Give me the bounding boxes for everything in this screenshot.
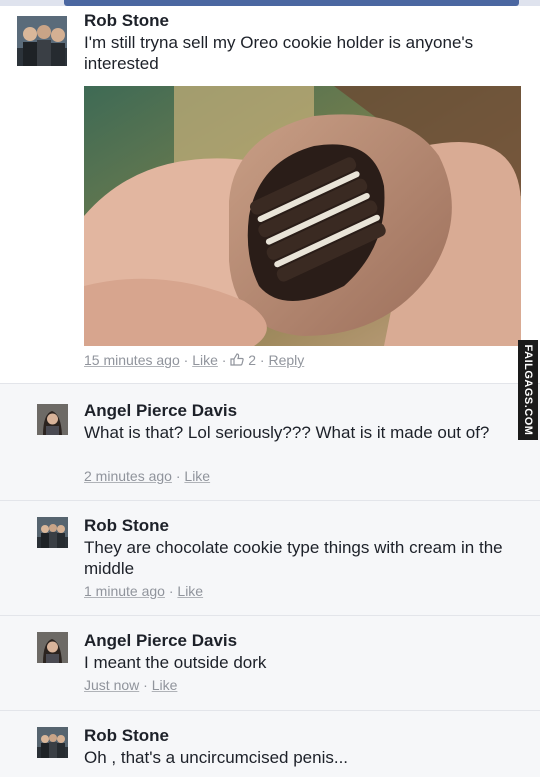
post-timestamp[interactable]: 15 minutes ago [84,352,180,368]
avatar[interactable] [37,404,68,435]
comment-timestamp[interactable]: Just now [84,677,139,693]
post-like-count: 2 [248,352,257,368]
comment-author[interactable]: Rob Stone [84,726,169,746]
comment-item: Rob Stone They are chocolate cookie type… [0,500,540,615]
thumbs-up-icon [230,353,245,366]
post-like-link[interactable]: Like [192,352,218,368]
comment-like-link[interactable]: Like [152,677,178,693]
comment-author[interactable]: Rob Stone [84,516,169,536]
post-photo[interactable] [84,86,521,346]
comment-text: Oh , that's a uncircumcised penis... [84,748,349,767]
comment-meta: 1 minute ago · Like [84,583,204,599]
post-author[interactable]: Rob Stone [84,11,169,31]
comment-timestamp[interactable]: 2 minutes ago [84,468,172,484]
comment-timestamp[interactable]: 1 minute ago [84,583,165,599]
avatar[interactable] [17,16,67,66]
post-text: I'm still tryna sell my Oreo cookie hold… [84,33,474,73]
comment-item: Angel Pierce Davis I meant the outside d… [0,615,540,710]
comment-text: What is that? Lol seriously??? What is i… [84,423,490,442]
comment-text: They are chocolate cookie type things wi… [84,538,503,578]
comment-item: Angel Pierce Davis What is that? Lol ser… [0,383,540,500]
watermark: FAILGAGS.COM [518,340,538,440]
comment-like-link[interactable]: Like [177,583,203,599]
watermark-text: FAILGAGS.COM [522,344,534,436]
comment-like-link[interactable]: Like [184,468,210,484]
post-reply-link[interactable]: Reply [268,352,304,368]
avatar[interactable] [37,632,68,663]
avatar[interactable] [37,727,68,758]
avatar[interactable] [37,517,68,548]
comment-author[interactable]: Angel Pierce Davis [84,631,237,651]
comment-text: I meant the outside dork [84,653,267,672]
post: Rob Stone I'm still tryna sell my Oreo c… [0,6,540,382]
comment-meta: Just now · Like [84,677,178,693]
comment-meta: 2 minutes ago · Like [84,468,211,484]
post-meta: 15 minutes ago · Like · 2 · Reply [84,352,305,368]
comment-author[interactable]: Angel Pierce Davis [84,401,237,421]
comment-item: Rob Stone Oh , that's a uncircumcised pe… [0,710,540,777]
